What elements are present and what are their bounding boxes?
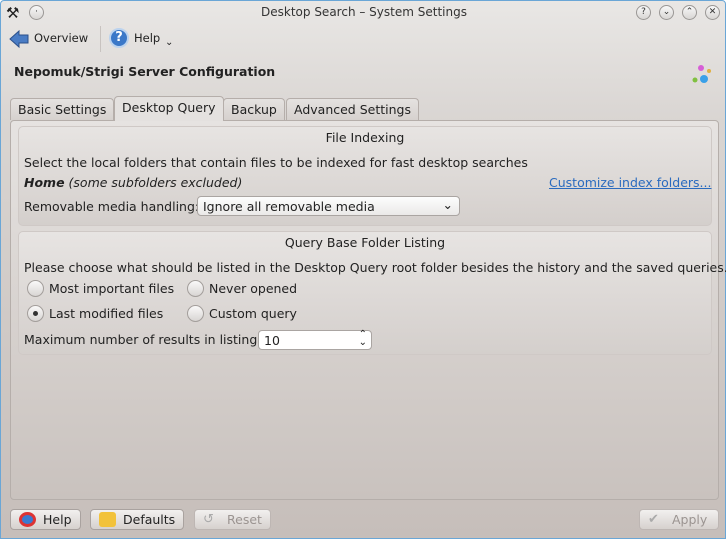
- defaults-button-label: Defaults: [123, 512, 176, 527]
- help-button-label: Help: [43, 512, 72, 527]
- toolbar-separator: [100, 26, 101, 52]
- radio-most-important-files[interactable]: Most important files: [27, 280, 177, 298]
- defaults-button[interactable]: Defaults: [90, 509, 185, 530]
- minimize-button[interactable]: ⌄: [659, 5, 674, 20]
- help-button[interactable]: Help: [10, 509, 81, 530]
- apply-button[interactable]: ✔ Apply: [639, 509, 719, 530]
- overview-label: Overview: [34, 31, 89, 45]
- reset-button[interactable]: ↺ Reset: [194, 509, 271, 530]
- file-indexing-group: File Indexing Select the local folders t…: [18, 126, 712, 226]
- chevron-down-icon: ⌄: [165, 37, 174, 48]
- lifebuoy-icon: [19, 512, 36, 527]
- folder-note: (some subfolders excluded): [68, 175, 243, 190]
- apply-button-label: Apply: [672, 512, 708, 527]
- help-menu-button[interactable]: ? Help ⌄: [109, 28, 179, 52]
- help-title-button[interactable]: ?: [636, 5, 651, 20]
- chevron-down-icon: ⌄: [442, 197, 453, 212]
- group-title: Query Base Folder Listing: [284, 235, 446, 250]
- max-results-label: Maximum number of results in listing:: [24, 332, 262, 347]
- radio-button[interactable]: [187, 305, 204, 322]
- radio-label: Never opened: [209, 281, 298, 296]
- max-results-value: 10: [264, 333, 280, 348]
- nepomuk-icon: [692, 65, 711, 83]
- folder-summary: Home (some subfolders excluded): [24, 175, 242, 190]
- removable-media-value: Ignore all removable media: [203, 199, 375, 214]
- defaults-icon: [99, 512, 116, 527]
- maximize-button[interactable]: ⌃: [682, 5, 697, 20]
- back-arrow-icon: [9, 29, 29, 49]
- tab-basic-settings[interactable]: Basic Settings: [10, 98, 115, 120]
- query-listing-group: Query Base Folder Listing Please choose …: [18, 231, 726, 355]
- overview-button[interactable]: Overview: [8, 28, 94, 50]
- radio-never-opened[interactable]: Never opened: [187, 280, 307, 298]
- radio-button[interactable]: [27, 280, 44, 297]
- radio-label: Most important files: [49, 281, 175, 296]
- tab-desktop-query[interactable]: Desktop Query: [114, 96, 224, 121]
- listing-description: Please choose what should be listed in t…: [24, 260, 726, 275]
- tab-advanced-settings[interactable]: Advanced Settings: [286, 98, 419, 120]
- radio-label: Custom query: [209, 306, 297, 321]
- group-title: File Indexing: [325, 130, 405, 145]
- spin-arrows-icon[interactable]: ⌃ ⌄: [359, 330, 367, 348]
- radio-label: Last modified files: [49, 306, 164, 321]
- removable-media-label: Removable media handling:: [24, 199, 200, 214]
- settings-window: ⚒ · Desktop Search – System Settings ? ⌄…: [0, 0, 726, 539]
- reset-button-label: Reset: [227, 512, 262, 527]
- radio-custom-query[interactable]: Custom query: [187, 305, 307, 323]
- page-title: Nepomuk/Strigi Server Configuration: [14, 64, 276, 79]
- close-button[interactable]: ✕: [705, 5, 720, 20]
- reset-icon: ↺: [203, 512, 214, 527]
- indexing-description: Select the local folders that contain fi…: [24, 155, 528, 170]
- help-icon: ?: [109, 28, 129, 48]
- folder-name: Home: [24, 175, 65, 190]
- tab-backup[interactable]: Backup: [223, 98, 285, 120]
- help-label: Help: [134, 31, 161, 45]
- checkmark-icon: ✔: [648, 512, 659, 527]
- radio-button[interactable]: [187, 280, 204, 297]
- window-title: Desktop Search – System Settings: [261, 5, 467, 19]
- customize-index-folders-link[interactable]: Customize index folders...: [549, 175, 711, 190]
- tab-panel: File Indexing Select the local folders t…: [10, 120, 726, 500]
- max-results-spinbox[interactable]: 10 ⌃ ⌄: [258, 330, 372, 350]
- radio-button[interactable]: [27, 305, 44, 322]
- radio-last-modified-files[interactable]: Last modified files: [27, 305, 177, 323]
- removable-media-select[interactable]: Ignore all removable media ⌄: [197, 196, 460, 216]
